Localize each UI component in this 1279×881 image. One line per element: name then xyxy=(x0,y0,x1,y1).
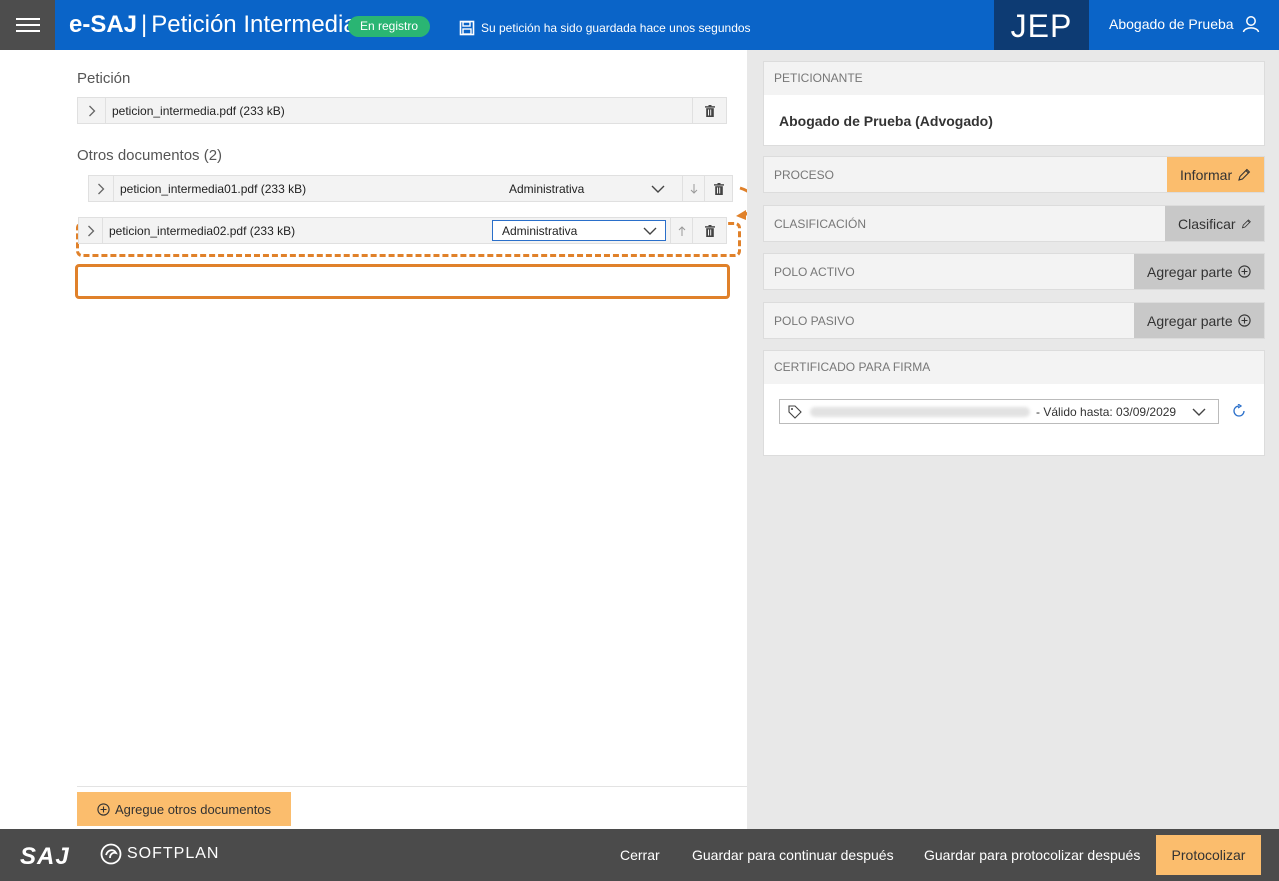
move-down-button[interactable] xyxy=(682,176,704,201)
guardar-continuar-button[interactable]: Guardar para continuar después xyxy=(692,829,894,881)
polo-activo-bar: Polo activo Agregar parte xyxy=(763,253,1265,290)
divider xyxy=(77,786,747,787)
brand-name: e-SAJ xyxy=(69,11,138,38)
cerrar-button[interactable]: Cerrar xyxy=(620,829,660,881)
otros-file-row: peticion_intermedia01.pdf (233 kB) Admin… xyxy=(88,175,733,202)
delete-button[interactable] xyxy=(692,218,726,243)
informar-label: Informar xyxy=(1180,166,1233,183)
file-name: peticion_intermedia02.pdf (233 kB) xyxy=(109,223,296,238)
delete-button[interactable] xyxy=(692,98,726,123)
hamburger-icon xyxy=(16,18,40,20)
trash-icon xyxy=(713,182,724,195)
agregar-parte-pasivo-button[interactable]: Agregar parte xyxy=(1134,303,1264,338)
proceso-bar: Proceso Informar xyxy=(763,156,1265,193)
move-up-button[interactable] xyxy=(670,218,692,243)
certificate-select[interactable]: - Válido hasta: 03/09/2029 xyxy=(779,399,1219,424)
app-title: e-SAJ | Petición Intermedia xyxy=(69,11,357,39)
chevron-right-icon xyxy=(87,225,94,236)
arrow-down-icon xyxy=(690,183,697,194)
save-status: Su petición ha sido guardada hace unos s… xyxy=(459,20,751,36)
protocolizar-button[interactable]: Protocolizar xyxy=(1156,835,1261,875)
status-badge: En registro xyxy=(348,16,431,37)
add-documents-button[interactable]: Agregue otros documentos xyxy=(77,792,291,826)
arrow-up-icon xyxy=(678,225,685,236)
polo-pasivo-label: Polo pasivo xyxy=(774,314,855,328)
clasificacion-bar: Clasificación Clasificar xyxy=(763,205,1265,242)
drag-highlight-solid xyxy=(75,264,730,299)
clasificar-label: Clasificar xyxy=(1178,215,1236,232)
expand-button[interactable] xyxy=(89,176,114,201)
peticionante-card: Peticionante Abogado de Prueba (Advogado… xyxy=(763,61,1265,146)
footer-bar: SAJ SOFTPLAN Cerrar Guardar para continu… xyxy=(0,829,1279,881)
informar-button[interactable]: Informar xyxy=(1167,157,1264,192)
user-name: Abogado de Prueba xyxy=(1109,16,1234,32)
select-value: Administrativa xyxy=(502,223,578,238)
chevron-down-icon xyxy=(651,185,665,193)
hamburger-icon-line xyxy=(16,30,40,32)
trash-icon xyxy=(704,104,715,117)
page-title: Petición Intermedia xyxy=(151,11,357,38)
trash-icon xyxy=(704,224,715,237)
peticionante-title: Peticionante xyxy=(764,62,1264,95)
documents-panel: Petición peticion_intermedia.pdf (233 kB… xyxy=(0,50,756,829)
otros-file-row: peticion_intermedia02.pdf (233 kB) Admin… xyxy=(78,217,727,244)
peticion-title: Petición xyxy=(77,70,131,87)
org-logo: JEP xyxy=(994,0,1089,50)
chevron-right-icon xyxy=(98,183,105,194)
select-value: Administrativa xyxy=(509,181,585,196)
clasificar-button[interactable]: Clasificar xyxy=(1165,206,1264,241)
polo-pasivo-bar: Polo pasivo Agregar parte xyxy=(763,302,1265,339)
details-panel: Peticionante Abogado de Prueba (Advogado… xyxy=(747,50,1279,829)
document-type-select[interactable]: Administrativa xyxy=(499,178,674,199)
polo-activo-label: Polo activo xyxy=(774,265,855,279)
saved-message: Su petición ha sido guardada hace unos s… xyxy=(481,21,751,35)
agregar-parte-label: Agregar parte xyxy=(1147,312,1233,329)
title-separator: | xyxy=(141,11,148,38)
softplan-logo-text: SOFTPLAN xyxy=(127,845,220,862)
expand-button[interactable] xyxy=(79,218,103,243)
user-icon xyxy=(1242,16,1259,33)
hamburger-icon-line xyxy=(16,24,40,26)
app-header: e-SAJ | Petición Intermedia En registro Su… xyxy=(0,0,1279,50)
chevron-right-icon xyxy=(88,105,95,116)
otros-title: Otros documentos (2) xyxy=(77,147,223,164)
document-type-select[interactable]: Administrativa xyxy=(492,220,666,241)
pencil-icon xyxy=(1238,168,1251,181)
chevron-down-icon xyxy=(1192,408,1206,416)
tag-icon xyxy=(788,404,802,419)
saj-logo: SAJ xyxy=(20,843,70,870)
agregar-parte-label: Agregar parte xyxy=(1147,263,1233,280)
plus-circle-icon xyxy=(1237,314,1251,327)
clasificacion-label: Clasificación xyxy=(774,217,867,231)
plus-circle-icon xyxy=(97,802,110,816)
peticionante-name: Abogado de Prueba (Advogado) xyxy=(779,113,993,129)
plus-circle-icon xyxy=(1237,265,1251,278)
guardar-protocolizar-button[interactable]: Guardar para protocolizar después xyxy=(924,829,1140,881)
file-name: peticion_intermedia.pdf (233 kB) xyxy=(112,103,285,118)
refresh-icon[interactable] xyxy=(1232,404,1246,418)
agregar-parte-activo-button[interactable]: Agregar parte xyxy=(1134,254,1264,289)
add-documents-label: Agregue otros documentos xyxy=(114,801,272,817)
floppy-disk-icon xyxy=(459,20,475,36)
hamburger-menu-button[interactable] xyxy=(0,0,55,50)
expand-button[interactable] xyxy=(78,98,106,123)
softplan-logo: SOFTPLAN xyxy=(100,843,219,865)
certificado-card: Certificado para firma - Válido hasta: 0… xyxy=(763,350,1265,456)
certificado-title: Certificado para firma xyxy=(764,351,1264,384)
file-name: peticion_intermedia01.pdf (233 kB) xyxy=(120,181,307,196)
softplan-logo-icon xyxy=(100,843,122,865)
proceso-label: Proceso xyxy=(774,168,835,182)
certificate-validity: - Válido hasta: 03/09/2029 xyxy=(1036,404,1177,419)
certificate-name-blurred xyxy=(810,406,1030,417)
pencil-icon xyxy=(1241,218,1251,228)
chevron-down-icon xyxy=(643,227,657,235)
peticion-file-row: peticion_intermedia.pdf (233 kB) xyxy=(77,97,727,124)
user-menu[interactable]: Abogado de Prueba xyxy=(1109,15,1260,33)
